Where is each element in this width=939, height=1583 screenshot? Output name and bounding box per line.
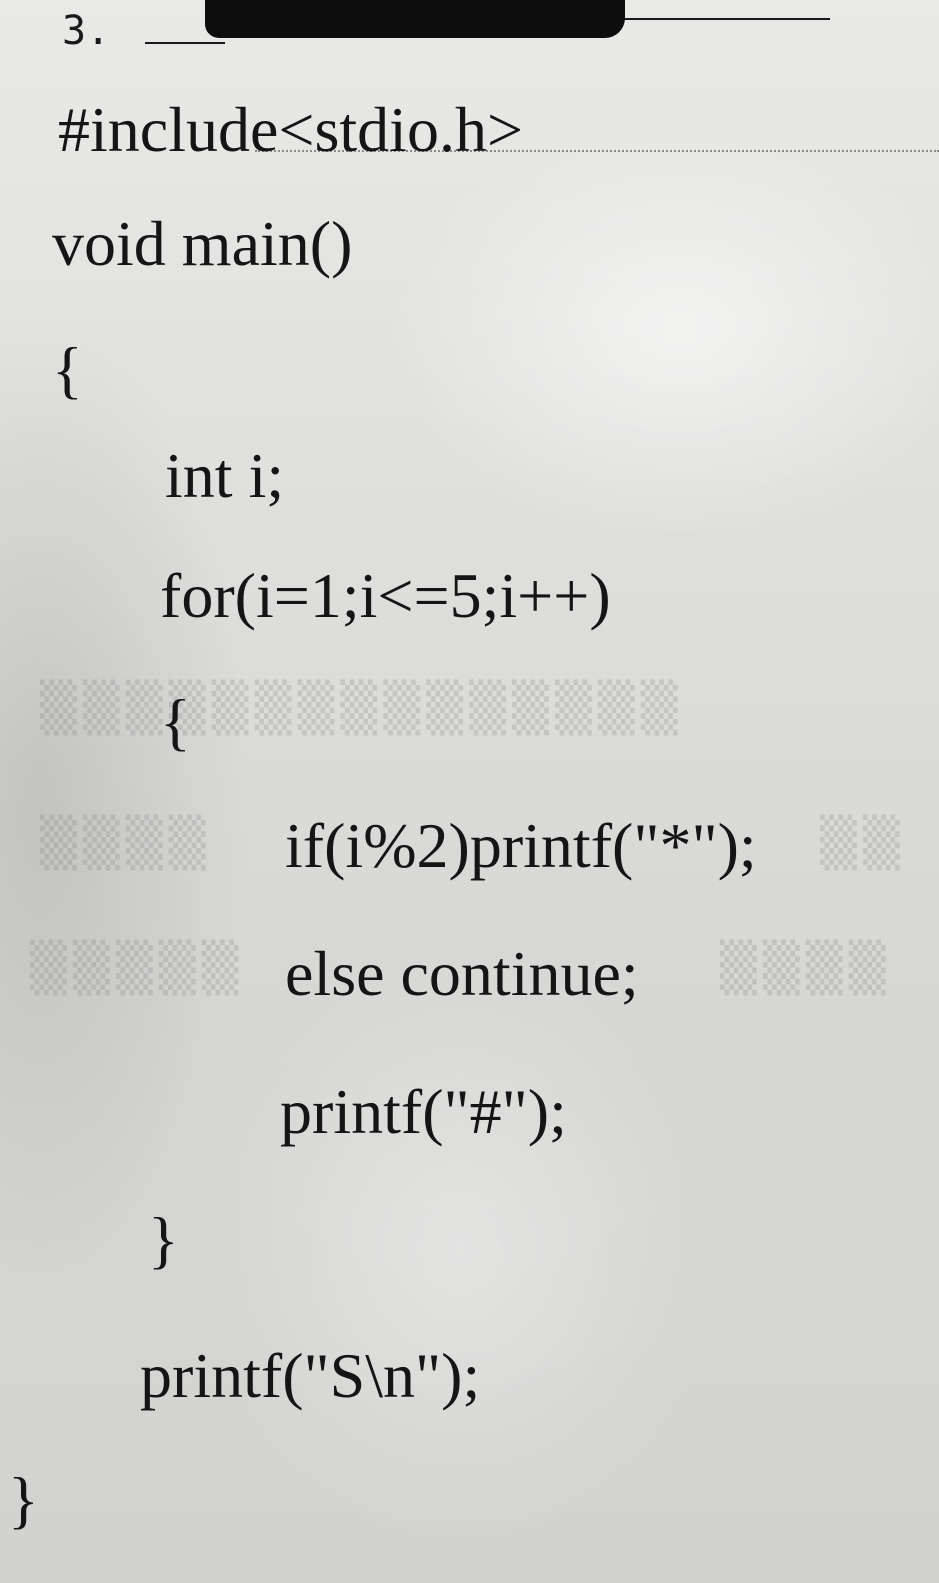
bleed-through-text: ▒▒: [820, 815, 906, 871]
code-open-brace: {: [160, 686, 191, 757]
code-if-statement: if(i%2)printf("*");: [285, 810, 757, 881]
code-declaration: int i;: [165, 440, 285, 511]
code-printf-newline: printf("S\n");: [140, 1340, 481, 1411]
bleed-through-text: ▒▒▒▒: [720, 940, 892, 996]
code-printf-hash: printf("#");: [280, 1076, 567, 1147]
bleed-through-text: ▒▒▒▒▒: [30, 940, 245, 996]
exam-page: ▒▒▒▒▒▒▒▒▒▒▒▒▒▒▒ ▒▒▒▒ ▒▒ ▒▒▒▒▒ ▒▒▒▒ 3. #i…: [0, 0, 939, 1583]
code-close-brace: }: [148, 1204, 179, 1275]
code-close-brace: }: [8, 1464, 39, 1535]
answer-underline: [145, 42, 225, 44]
bleed-through-text: ▒▒▒▒: [40, 815, 212, 871]
code-include: #include<stdio.h>: [58, 94, 524, 165]
answer-underline: [620, 18, 830, 20]
code-open-brace: {: [52, 334, 83, 405]
bleed-through-text: ▒▒▒▒▒▒▒▒▒▒▒▒▒▒▒: [40, 680, 684, 736]
question-number: 3.: [62, 8, 111, 54]
code-for-loop: for(i=1;i<=5;i++): [160, 560, 611, 631]
code-main-signature: void main(): [52, 208, 353, 279]
redaction-bar: [205, 0, 625, 38]
code-else-statement: else continue;: [285, 938, 639, 1009]
